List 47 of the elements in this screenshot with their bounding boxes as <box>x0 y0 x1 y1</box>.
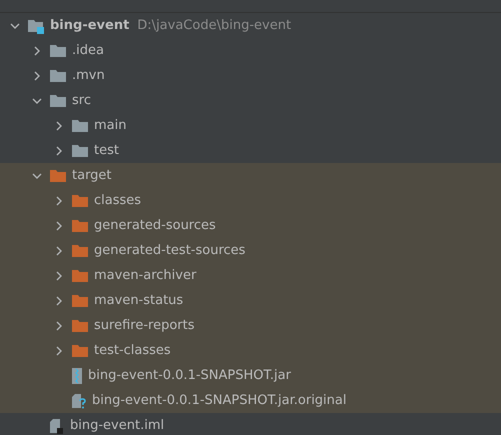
folder-icon <box>71 318 89 332</box>
chevron-down-icon[interactable] <box>32 170 42 180</box>
folder-icon <box>71 268 89 282</box>
chevron-right-icon[interactable] <box>54 320 64 330</box>
folder-icon <box>49 94 67 108</box>
folder-icon <box>49 168 67 182</box>
tree-item[interactable]: bing-event <box>50 18 130 33</box>
tree-item[interactable]: surefire-reports <box>94 318 194 333</box>
folder-icon <box>71 194 89 208</box>
tree-item[interactable]: main <box>94 118 126 133</box>
tree-item[interactable]: maven-status <box>94 293 184 308</box>
archive-icon <box>71 368 83 384</box>
tree-item[interactable]: src <box>72 93 91 108</box>
folder-icon <box>71 294 89 308</box>
folder-icon <box>71 344 89 358</box>
chevron-right-icon[interactable] <box>54 220 64 230</box>
tree-item[interactable]: test <box>94 143 119 158</box>
tree-item[interactable]: generated-test-sources <box>94 243 246 258</box>
chevron-right-icon[interactable] <box>32 46 42 56</box>
chevron-right-icon[interactable] <box>54 146 64 156</box>
tree-item[interactable]: .idea <box>72 43 104 58</box>
chevron-right-icon[interactable] <box>54 196 64 206</box>
chevron-right-icon[interactable] <box>54 246 64 256</box>
folder-icon <box>71 144 89 158</box>
chevron-down-icon[interactable] <box>10 20 20 30</box>
folder-icon <box>71 244 89 258</box>
project-path: D:\javaCode\bing-event <box>137 18 292 33</box>
module-folder-icon <box>27 18 45 34</box>
tree-item[interactable]: .mvn <box>72 68 105 83</box>
unknown-file-icon <box>71 392 87 408</box>
chevron-right-icon[interactable] <box>54 120 64 130</box>
chevron-down-icon[interactable] <box>32 96 42 106</box>
folder-icon <box>49 44 67 58</box>
module-file-icon <box>49 418 65 434</box>
folder-icon <box>71 218 89 232</box>
folder-icon <box>49 68 67 82</box>
tree-item[interactable]: bing-event.iml <box>70 418 164 433</box>
tree-item[interactable]: classes <box>94 193 142 208</box>
tree-item[interactable]: test-classes <box>94 343 171 358</box>
chevron-right-icon[interactable] <box>54 270 64 280</box>
folder-icon <box>71 118 89 132</box>
chevron-right-icon[interactable] <box>32 70 42 80</box>
tree-item[interactable]: generated-sources <box>94 218 216 233</box>
tree-item[interactable]: target <box>72 168 112 183</box>
chevron-right-icon[interactable] <box>54 346 64 356</box>
chevron-right-icon[interactable] <box>54 296 64 306</box>
tree-item[interactable]: maven-archiver <box>94 268 196 283</box>
